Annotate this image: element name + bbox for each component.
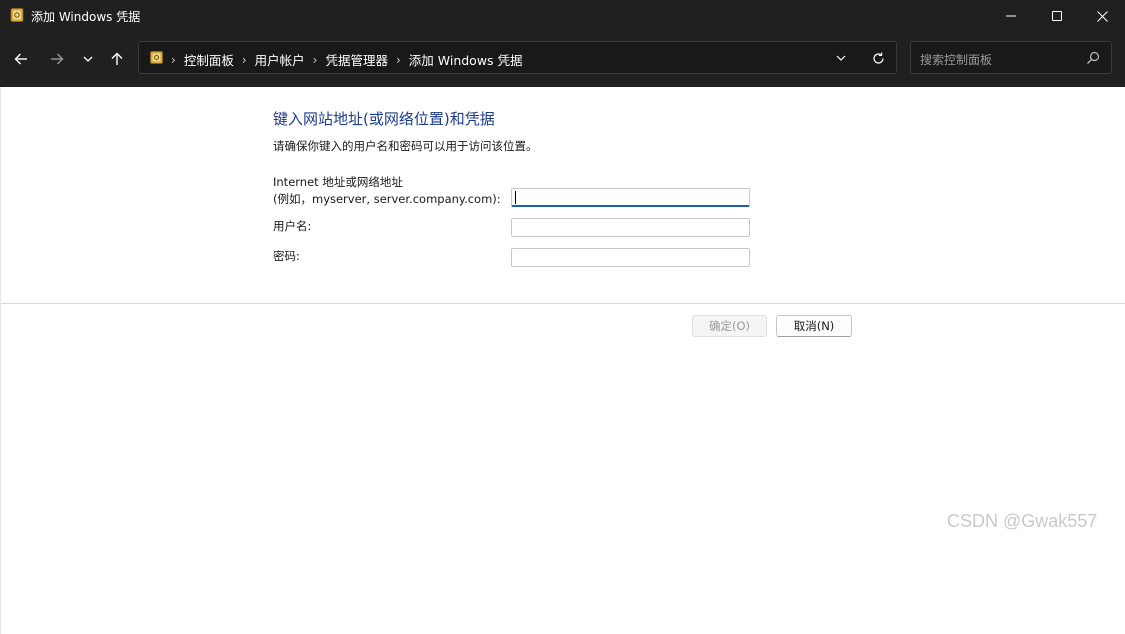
- chevron-down-icon: [836, 55, 846, 61]
- back-button[interactable]: [8, 46, 34, 72]
- address-field[interactable]: [511, 188, 750, 207]
- search-input[interactable]: 搜索控制面板: [920, 51, 992, 68]
- page-description: 请确保你键入的用户名和密码可以用于访问该位置。: [273, 139, 538, 153]
- search-box[interactable]: 搜索控制面板: [910, 41, 1112, 74]
- arrow-up-icon: [111, 52, 123, 65]
- arrow-right-icon: [51, 53, 64, 65]
- breadcrumb-separator[interactable]: ›: [242, 53, 247, 67]
- breadcrumb-separator[interactable]: ›: [396, 53, 401, 67]
- arrow-left-icon: [14, 53, 27, 65]
- text-caret: [515, 191, 516, 204]
- watermark: CSDN @Gwak557: [947, 511, 1098, 531]
- cancel-button[interactable]: 取消(N): [776, 315, 852, 337]
- address-label-line2: (例如，myserver, server.company.com):: [273, 192, 501, 206]
- username-field[interactable]: [511, 218, 750, 237]
- search-icon[interactable]: [1086, 51, 1100, 65]
- address-label-line1: Internet 地址或网络地址: [273, 175, 403, 189]
- page-title: 键入网站地址(或网络位置)和凭据: [273, 110, 495, 128]
- breadcrumb-item-user-accounts[interactable]: 用户帐户: [255, 50, 305, 69]
- title-bar: 添加 Windows 凭据: [0, 0, 1125, 32]
- navigation-bar: › 控制面板 › 用户帐户 › 凭据管理器 › 添加 Windows 凭据 搜索…: [0, 32, 1125, 87]
- window-title: 添加 Windows 凭据: [31, 10, 141, 24]
- breadcrumb-item-add-windows-credential[interactable]: 添加 Windows 凭据: [409, 50, 523, 69]
- address-label: Internet 地址或网络地址 (例如，myserver, server.co…: [273, 174, 501, 208]
- refresh-button[interactable]: [870, 50, 886, 66]
- up-button[interactable]: [104, 46, 130, 72]
- forward-button[interactable]: [44, 46, 70, 72]
- ok-button[interactable]: 确定(O): [692, 315, 767, 337]
- maximize-icon: [1052, 11, 1062, 21]
- control-panel-icon: [150, 51, 163, 64]
- breadcrumb: › 控制面板 › 用户帐户 › 凭据管理器 › 添加 Windows 凭据: [171, 50, 523, 69]
- breadcrumb-item-control-panel[interactable]: 控制面板: [184, 50, 234, 69]
- refresh-icon: [872, 52, 884, 64]
- address-bar[interactable]: › 控制面板 › 用户帐户 › 凭据管理器 › 添加 Windows 凭据: [138, 41, 897, 74]
- maximize-button[interactable]: [1034, 0, 1080, 32]
- content-area: 键入网站地址(或网络位置)和凭据 请确保你键入的用户名和密码可以用于访问该位置。…: [0, 87, 1125, 634]
- address-history-dropdown[interactable]: [833, 50, 849, 66]
- breadcrumb-item-credential-manager[interactable]: 凭据管理器: [325, 50, 388, 69]
- username-label: 用户名:: [273, 219, 312, 233]
- add-windows-credential-window: 添加 Windows 凭据 › 控制面板 › 用户帐户 › 凭据管理器 › 添加…: [0, 0, 1125, 634]
- divider: [1, 303, 1125, 304]
- password-label: 密码:: [273, 249, 300, 263]
- close-icon: [1096, 10, 1108, 22]
- close-button[interactable]: [1079, 0, 1125, 32]
- minimize-button[interactable]: [988, 0, 1034, 32]
- recent-locations-button[interactable]: [75, 46, 101, 72]
- breadcrumb-separator[interactable]: ›: [313, 53, 318, 67]
- minimize-icon: [1006, 15, 1016, 17]
- credential-manager-icon: [10, 8, 24, 22]
- breadcrumb-separator[interactable]: ›: [171, 53, 176, 67]
- chevron-down-icon: [83, 56, 93, 62]
- password-field[interactable]: [511, 248, 750, 267]
